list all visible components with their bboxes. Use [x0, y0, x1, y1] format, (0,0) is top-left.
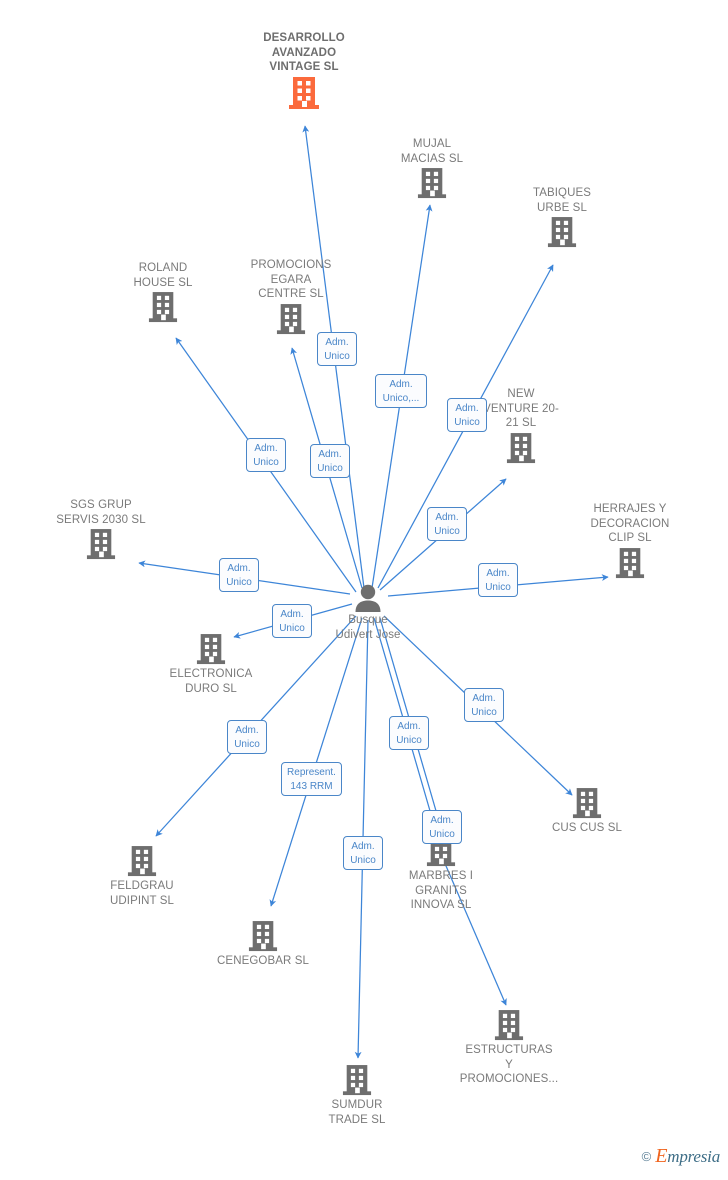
edge-label-herrajes[interactable]: Adm. Unico: [478, 563, 518, 597]
node-label: MARBRES I GRANITS INNOVA SL: [408, 870, 474, 911]
edge-label-newventure[interactable]: Adm. Unico: [310, 444, 350, 478]
node-roland[interactable]: ROLAND HOUSE SL: [93, 261, 233, 325]
copyright-symbol: ©: [641, 1149, 652, 1164]
node-herrajes[interactable]: HERRAJES Y DECORACION CLIP SL: [560, 502, 700, 581]
node-cuscus[interactable]: CUS CUS SL: [517, 786, 657, 836]
node-marbres[interactable]: MARBRES I GRANITS INNOVA SL: [371, 834, 511, 913]
node-label: HERRAJES Y DECORACION CLIP SL: [590, 503, 670, 544]
building-icon: [86, 529, 116, 560]
relationship-graph: DESARROLLO AVANZADO VINTAGE SL MUJAL MAC…: [0, 0, 728, 1180]
node-label: DESARROLLO AVANZADO VINTAGE SL: [263, 32, 345, 73]
building-icon: [506, 432, 536, 463]
node-label: Busque Udivert Jose: [335, 614, 401, 641]
edge-label-electronica[interactable]: Adm. Unico: [272, 604, 312, 638]
edge-label-feldgrau[interactable]: Adm. Unico: [227, 720, 267, 754]
node-label: MUJAL MACIAS SL: [400, 138, 464, 165]
building-icon: [127, 846, 157, 877]
edge-label-mujal[interactable]: Adm. Unico: [447, 398, 487, 432]
node-label: ROLAND HOUSE SL: [133, 262, 193, 289]
edge-label-tabiques[interactable]: Adm. Unico: [427, 507, 467, 541]
node-desarrollo[interactable]: DESARROLLO AVANZADO VINTAGE SL: [234, 31, 374, 112]
node-tabiques[interactable]: TABIQUES URBE SL: [492, 186, 632, 250]
node-label: CUS CUS SL: [551, 822, 623, 834]
building-icon: [417, 168, 447, 199]
person-icon: [355, 584, 381, 612]
edge-label-marbres-2[interactable]: Adm. Unico: [422, 810, 462, 844]
brand-name: Empresia: [655, 1145, 720, 1168]
node-cenegobar[interactable]: CENEGOBAR SL: [193, 919, 333, 969]
node-promocions[interactable]: PROMOCIONS EGARA CENTRE SL: [221, 258, 361, 337]
node-label: TABIQUES URBE SL: [532, 187, 592, 214]
edge-label-cenegobar[interactable]: Represent. 143 RRM: [281, 762, 342, 796]
edge-label-desarrollo[interactable]: Adm. Unico,...: [375, 374, 427, 408]
edge-label-sumdur[interactable]: Adm. Unico: [343, 836, 383, 870]
building-icon: [615, 547, 645, 578]
node-label: CENEGOBAR SL: [217, 955, 309, 967]
node-label: SGS GRUP SERVIS 2030 SL: [56, 499, 146, 526]
node-label: PROMOCIONS EGARA CENTRE SL: [250, 259, 332, 300]
building-icon: [148, 292, 178, 323]
node-label: ELECTRONICA DURO SL: [169, 668, 253, 695]
edge-label-cuscus[interactable]: Adm. Unico: [464, 688, 504, 722]
edge-label-marbres[interactable]: Adm. Unico: [389, 716, 429, 750]
building-icon: [289, 76, 319, 109]
node-mujal[interactable]: MUJAL MACIAS SL: [362, 137, 502, 201]
building-icon: [196, 634, 226, 665]
node-label: ESTRUCTURAS Y PROMOCIONES...: [459, 1044, 559, 1085]
edge-label-sgs[interactable]: Adm. Unico: [219, 558, 259, 592]
node-sgs[interactable]: SGS GRUP SERVIS 2030 SL: [31, 498, 171, 562]
edge-label-roland[interactable]: Adm. Unico: [246, 438, 286, 472]
building-icon: [248, 921, 278, 952]
node-label: FELDGRAU UDIPINT SL: [109, 880, 175, 907]
node-feldgrau[interactable]: FELDGRAU UDIPINT SL: [72, 844, 212, 908]
node-label: SUMDUR TRADE SL: [328, 1099, 386, 1126]
node-sumdur[interactable]: SUMDUR TRADE SL: [287, 1063, 427, 1127]
node-electronica[interactable]: ELECTRONICA DURO SL: [141, 632, 281, 696]
building-icon: [547, 217, 577, 248]
building-icon: [342, 1065, 372, 1096]
building-icon: [494, 1010, 524, 1041]
brand-initial: E: [655, 1145, 668, 1167]
brand-rest: mpresia: [667, 1147, 720, 1166]
building-icon: [572, 788, 602, 819]
node-center-person[interactable]: Busque Udivert Jose: [298, 584, 438, 642]
empresia-watermark: © Empresia: [641, 1145, 721, 1168]
node-estructuras[interactable]: ESTRUCTURAS Y PROMOCIONES...: [439, 1008, 579, 1087]
edge-label-promocions[interactable]: Adm. Unico: [317, 332, 357, 366]
building-icon: [276, 303, 306, 334]
